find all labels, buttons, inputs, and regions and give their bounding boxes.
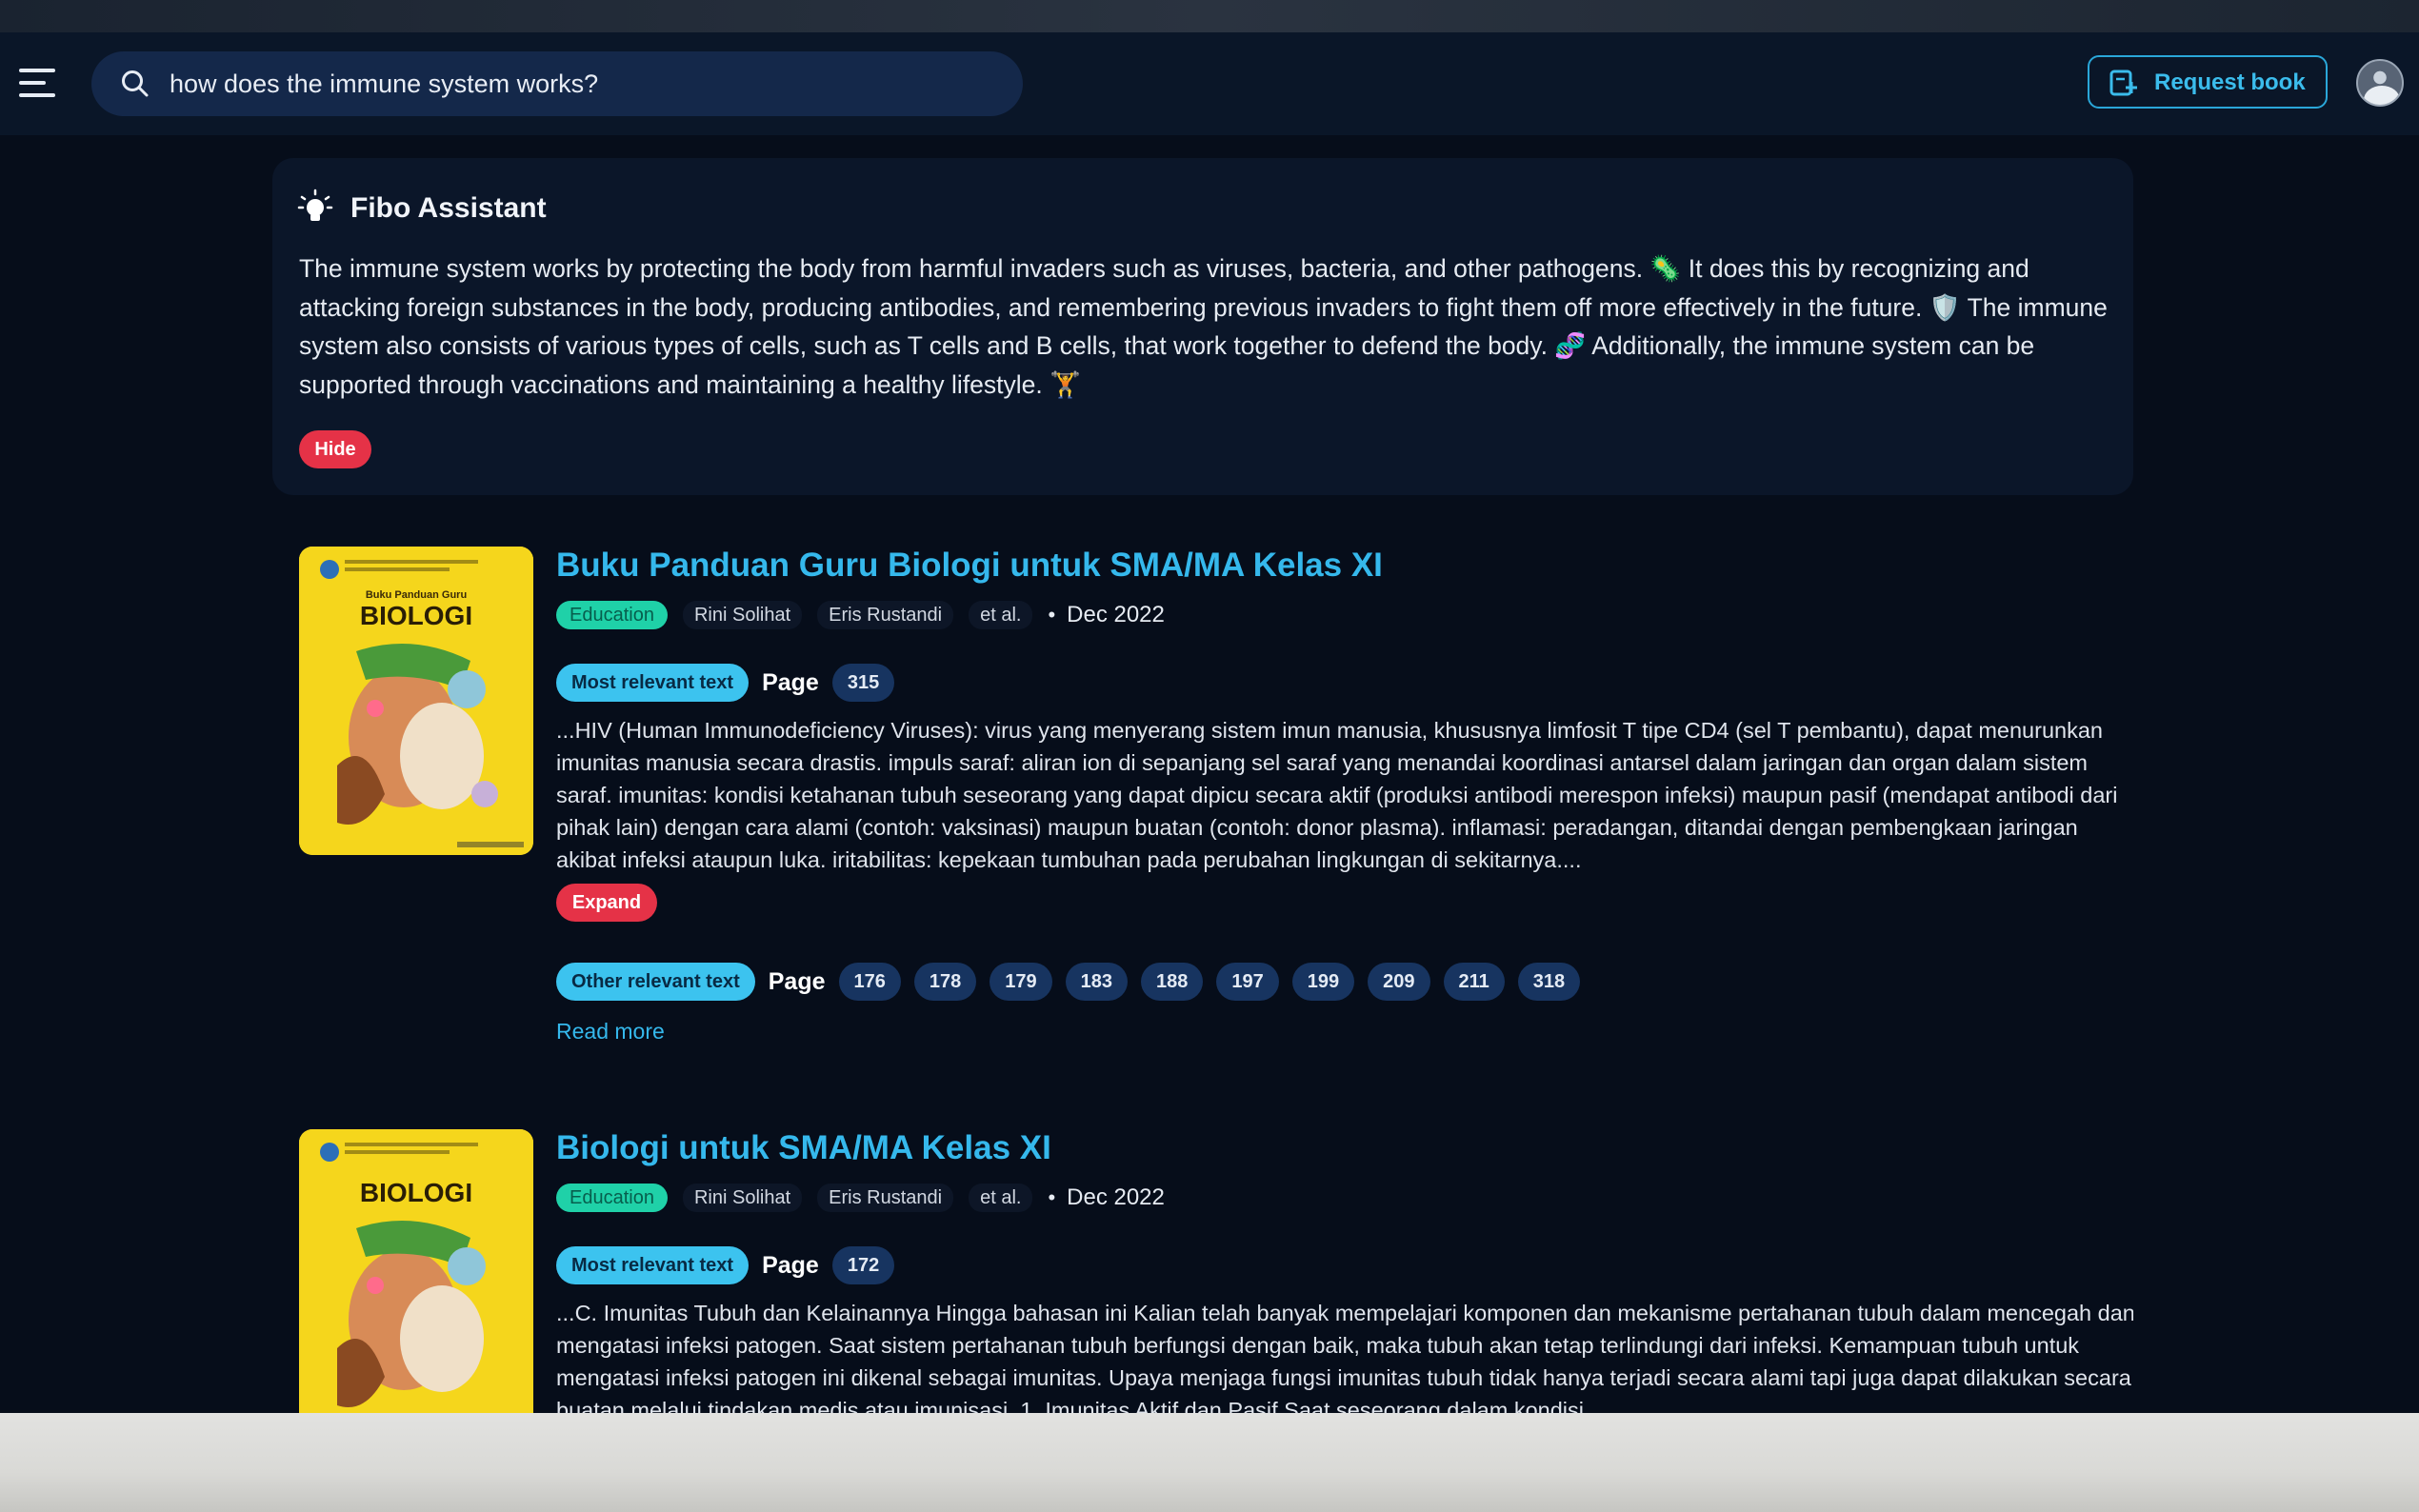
page-chip[interactable]: 172 (831, 1246, 895, 1284)
cover-title: BIOLOGI (360, 601, 472, 630)
most-relevant-row: Most relevant text Page 172 (556, 1245, 895, 1285)
author-chip[interactable]: Eris Rustandi (817, 1184, 954, 1212)
page-chip[interactable]: 318 (1517, 963, 1581, 1001)
category-badge[interactable]: Education (556, 1184, 668, 1212)
page-chip[interactable]: 179 (990, 963, 1052, 1001)
user-avatar[interactable] (2356, 59, 2404, 107)
read-more-link[interactable]: Read more (556, 1019, 665, 1044)
request-book-button[interactable]: Request book (2088, 55, 2328, 109)
page-label: Page (762, 668, 819, 696)
author-chip[interactable]: Rini Solihat (682, 1184, 803, 1212)
page-chip[interactable]: 315 (831, 664, 895, 702)
book-title-link[interactable]: Biologi untuk SMA/MA Kelas XI (556, 1129, 1051, 1167)
book-cover-art: Buku Panduan Guru BIOLOGI (299, 547, 533, 855)
book-request-icon (2109, 70, 2137, 96)
assistant-panel: Fibo Assistant The immune system works b… (272, 158, 2133, 495)
page-label: Page (768, 967, 826, 995)
most-relevant-badge: Most relevant text (556, 1246, 750, 1284)
search-bar[interactable] (91, 51, 1023, 116)
book-cover[interactable]: BIOLOGI (299, 1129, 533, 1413)
request-book-label: Request book (2154, 70, 2306, 95)
window-top-strip (0, 0, 2419, 32)
search-icon (122, 70, 149, 97)
meta-separator: • (1048, 1185, 1056, 1209)
assistant-title: Fibo Assistant (350, 192, 547, 224)
publish-date: Dec 2022 (1067, 602, 1165, 627)
search-result: Buku Panduan Guru BIOLOGI Buku Panduan G… (272, 547, 2133, 1061)
page-chip[interactable]: 178 (913, 963, 977, 1001)
expand-button[interactable]: Expand (556, 884, 657, 922)
excerpt-text: ...HIV (Human Immunodeficiency Viruses):… (556, 718, 2118, 872)
author-chip[interactable]: et al. (969, 1184, 1033, 1212)
hamburger-icon-line (19, 81, 46, 85)
book-cover[interactable]: Buku Panduan Guru BIOLOGI (299, 547, 533, 855)
page-chip[interactable]: 188 (1141, 963, 1204, 1001)
assistant-answer: The immune system works by protecting th… (299, 254, 2108, 399)
page-chip[interactable]: 199 (1291, 963, 1355, 1001)
author-chip[interactable]: Rini Solihat (682, 601, 803, 629)
page-chip[interactable]: 183 (1065, 963, 1128, 1001)
category-badge[interactable]: Education (556, 601, 668, 629)
page-label: Page (762, 1251, 819, 1279)
book-meta: Education Rini Solihat Eris Rustandi et … (556, 600, 1165, 630)
hamburger-menu-button[interactable] (19, 65, 59, 103)
book-meta: Education Rini Solihat Eris Rustandi et … (556, 1183, 1165, 1213)
cover-subtitle: Buku Panduan Guru (366, 589, 467, 601)
hide-button[interactable]: Hide (299, 430, 371, 468)
hamburger-icon-line (19, 93, 55, 97)
page-chip[interactable]: 209 (1368, 963, 1430, 1001)
cover-title: BIOLOGI (360, 1178, 472, 1207)
hamburger-icon (19, 69, 55, 72)
author-chip[interactable]: et al. (969, 601, 1033, 629)
app-header: Request book (0, 32, 2419, 135)
lightbulb-icon (297, 189, 333, 221)
page-chip[interactable]: 176 (838, 963, 901, 1001)
most-relevant-row: Most relevant text Page 315 (556, 663, 895, 703)
page-chip[interactable]: 211 (1443, 963, 1505, 1001)
most-relevant-badge: Most relevant text (556, 664, 750, 702)
book-title-link[interactable]: Buku Panduan Guru Biologi untuk SMA/MA K… (556, 547, 1383, 585)
excerpt-text: ...C. Imunitas Tubuh dan Kelainannya Hin… (556, 1301, 2133, 1413)
other-relevant-badge: Other relevant text (556, 963, 755, 1001)
book-cover-art: BIOLOGI (299, 1129, 533, 1413)
meta-separator: • (1048, 603, 1056, 627)
other-relevant-row: Other relevant text Page 176 178 179 183… (556, 962, 1581, 1002)
author-chip[interactable]: Eris Rustandi (817, 601, 954, 629)
search-input[interactable] (170, 59, 989, 109)
search-result: BIOLOGI Biologi untuk SMA/MA Kelas XI Ed… (272, 1129, 2133, 1413)
publish-date: Dec 2022 (1067, 1184, 1165, 1210)
bottom-overlay-bar (0, 1413, 2419, 1512)
page-chip[interactable]: 197 (1216, 963, 1279, 1001)
